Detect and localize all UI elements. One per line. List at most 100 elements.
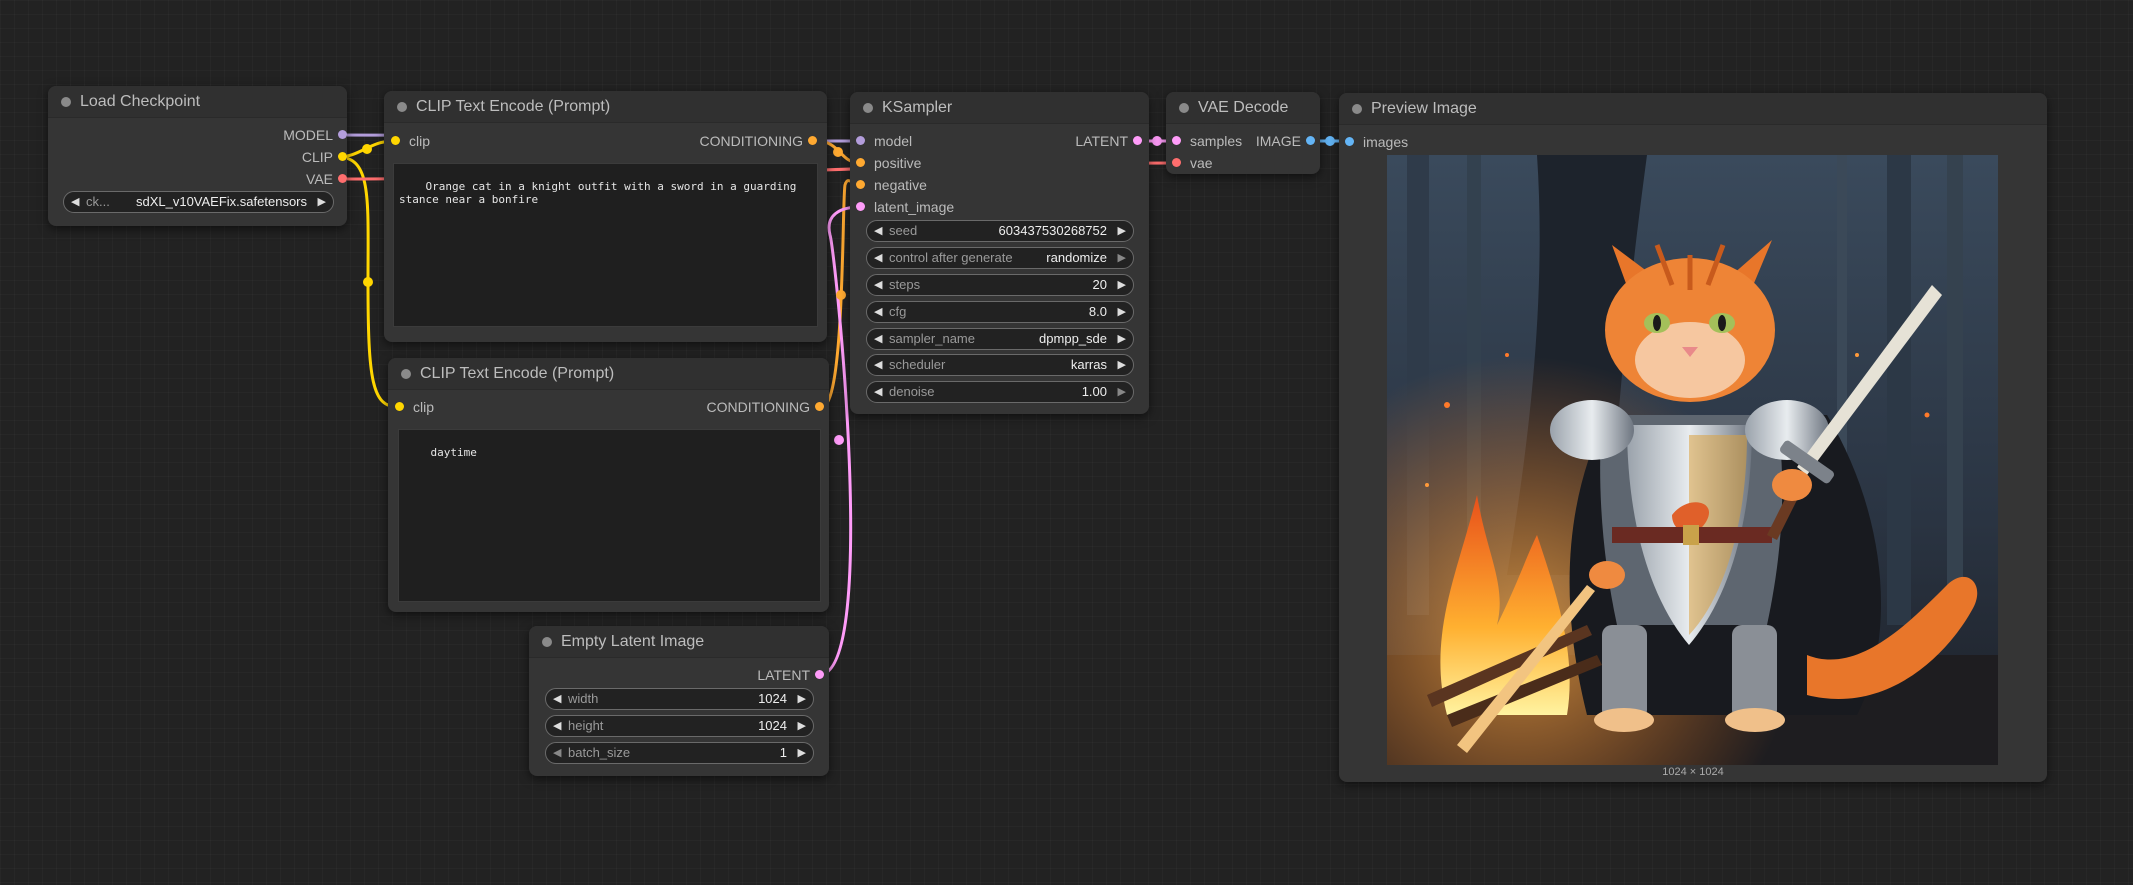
node-empty-latent-image[interactable]: Empty Latent Image LATENT ◀ width 1024 ▶…: [529, 626, 829, 776]
slot-dot-icon[interactable]: [1345, 137, 1354, 146]
collapse-dot-icon[interactable]: [401, 369, 411, 379]
node-ksampler[interactable]: KSampler model positive negative latent_…: [850, 92, 1149, 414]
node-load-checkpoint[interactable]: Load Checkpoint MODEL CLIP VAE ◀ ck... s…: [48, 86, 347, 226]
arrow-left-icon[interactable]: ◀: [874, 275, 882, 295]
output-conditioning[interactable]: CONDITIONING: [700, 133, 817, 149]
collapse-dot-icon[interactable]: [1179, 103, 1189, 113]
output-image[interactable]: IMAGE: [1256, 133, 1315, 149]
slot-dot-icon[interactable]: [856, 180, 865, 189]
slot-dot-icon[interactable]: [1133, 136, 1142, 145]
collapse-dot-icon[interactable]: [863, 103, 873, 113]
node-vae-decode[interactable]: VAE Decode samples vae IMAGE: [1166, 92, 1320, 174]
seed-widget[interactable]: ◀ seed 603437530268752 ▶: [866, 220, 1134, 242]
slot-dot-icon[interactable]: [856, 158, 865, 167]
slot-dot-icon[interactable]: [391, 136, 400, 145]
node-title-text: Preview Image: [1371, 100, 1477, 117]
control-after-generate-widget[interactable]: ◀ control after generate randomize ▶: [866, 247, 1134, 269]
arrow-right-icon[interactable]: ▶: [1118, 355, 1126, 375]
collapse-dot-icon[interactable]: [1352, 104, 1362, 114]
arrow-right-icon[interactable]: ▶: [1118, 275, 1126, 295]
scheduler-widget[interactable]: ◀ scheduler karras ▶: [866, 354, 1134, 376]
input-label: vae: [1190, 155, 1213, 171]
node-preview-image[interactable]: Preview Image images 1024 × 1024: [1339, 93, 2047, 782]
arrow-left-icon[interactable]: ◀: [874, 355, 882, 375]
widget-label: sampler_name: [889, 331, 975, 346]
node-title[interactable]: VAE Decode: [1166, 92, 1320, 124]
slot-dot-icon[interactable]: [1306, 136, 1315, 145]
arrow-right-icon[interactable]: ▶: [1118, 221, 1126, 241]
slot-dot-icon[interactable]: [815, 402, 824, 411]
height-widget[interactable]: ◀ height 1024 ▶: [545, 715, 814, 737]
arrow-right-icon[interactable]: ▶: [318, 192, 326, 212]
arrow-right-icon[interactable]: ▶: [1118, 248, 1126, 268]
arrow-left-icon[interactable]: ◀: [874, 382, 882, 402]
output-clip[interactable]: CLIP: [302, 149, 347, 165]
cfg-widget[interactable]: ◀ cfg 8.0 ▶: [866, 301, 1134, 323]
input-positive[interactable]: positive: [856, 155, 921, 171]
slot-dot-icon[interactable]: [1172, 158, 1181, 167]
input-clip[interactable]: clip: [395, 399, 434, 415]
node-title[interactable]: Empty Latent Image: [529, 626, 829, 658]
slot-dot-icon[interactable]: [395, 402, 404, 411]
node-title[interactable]: KSampler: [850, 92, 1149, 124]
slot-dot-icon[interactable]: [338, 174, 347, 183]
widget-value: 20: [1092, 277, 1107, 292]
collapse-dot-icon[interactable]: [542, 637, 552, 647]
arrow-left-icon[interactable]: ◀: [71, 192, 79, 212]
node-title-text: Empty Latent Image: [561, 633, 705, 650]
preview-image[interactable]: [1387, 155, 1998, 765]
denoise-widget[interactable]: ◀ denoise 1.00 ▶: [866, 381, 1134, 403]
slot-dot-icon[interactable]: [856, 202, 865, 211]
input-model[interactable]: model: [856, 133, 912, 149]
input-images[interactable]: images: [1345, 134, 1408, 150]
node-title[interactable]: Load Checkpoint: [48, 86, 347, 118]
input-negative[interactable]: negative: [856, 177, 927, 193]
output-latent[interactable]: LATENT: [1075, 133, 1142, 149]
arrow-right-icon[interactable]: ▶: [798, 689, 806, 709]
arrow-left-icon[interactable]: ◀: [874, 221, 882, 241]
arrow-right-icon[interactable]: ▶: [798, 716, 806, 736]
arrow-left-icon[interactable]: ◀: [874, 302, 882, 322]
node-title[interactable]: Preview Image: [1339, 93, 2047, 125]
widget-value: 1024: [758, 718, 787, 733]
arrow-left-icon[interactable]: ◀: [874, 248, 882, 268]
slot-dot-icon[interactable]: [338, 152, 347, 161]
input-samples[interactable]: samples: [1172, 133, 1242, 149]
widget-label: steps: [889, 277, 921, 292]
input-label: clip: [409, 133, 431, 149]
arrow-right-icon[interactable]: ▶: [798, 743, 806, 763]
slot-dot-icon[interactable]: [808, 136, 817, 145]
sampler-name-widget[interactable]: ◀ sampler_name dpmpp_sde ▶: [866, 328, 1134, 350]
node-title[interactable]: CLIP Text Encode (Prompt): [384, 91, 827, 123]
batch-size-widget[interactable]: ◀ batch_size 1 ▶: [545, 742, 814, 764]
arrow-left-icon[interactable]: ◀: [553, 689, 561, 709]
output-latent[interactable]: LATENT: [757, 667, 824, 683]
collapse-dot-icon[interactable]: [61, 97, 71, 107]
ckpt-name-widget[interactable]: ◀ ck... sdXL_v10VAEFix.safetensors ▶: [63, 191, 334, 213]
slot-dot-icon[interactable]: [815, 670, 824, 679]
steps-widget[interactable]: ◀ steps 20 ▶: [866, 274, 1134, 296]
slot-dot-icon[interactable]: [338, 130, 347, 139]
input-latent-image[interactable]: latent_image: [856, 199, 954, 215]
prompt-textarea[interactable]: daytime: [398, 429, 821, 602]
output-conditioning[interactable]: CONDITIONING: [707, 399, 824, 415]
slot-dot-icon[interactable]: [1172, 136, 1181, 145]
slot-dot-icon[interactable]: [856, 136, 865, 145]
widget-value: sdXL_v10VAEFix.safetensors: [135, 194, 307, 209]
input-vae[interactable]: vae: [1172, 155, 1213, 171]
arrow-left-icon[interactable]: ◀: [553, 716, 561, 736]
output-vae[interactable]: VAE: [306, 171, 347, 187]
collapse-dot-icon[interactable]: [397, 102, 407, 112]
node-clip-text-encode-negative[interactable]: CLIP Text Encode (Prompt) clip CONDITION…: [388, 358, 829, 612]
arrow-right-icon[interactable]: ▶: [1118, 329, 1126, 349]
arrow-right-icon[interactable]: ▶: [1118, 302, 1126, 322]
input-clip[interactable]: clip: [391, 133, 430, 149]
prompt-textarea[interactable]: Orange cat in a knight outfit with a swo…: [393, 163, 818, 327]
arrow-left-icon[interactable]: ◀: [874, 329, 882, 349]
arrow-left-icon[interactable]: ◀: [553, 743, 561, 763]
arrow-right-icon[interactable]: ▶: [1118, 382, 1126, 402]
output-model[interactable]: MODEL: [283, 127, 347, 143]
node-clip-text-encode-positive[interactable]: CLIP Text Encode (Prompt) clip CONDITION…: [384, 91, 827, 342]
node-title[interactable]: CLIP Text Encode (Prompt): [388, 358, 829, 390]
width-widget[interactable]: ◀ width 1024 ▶: [545, 688, 814, 710]
